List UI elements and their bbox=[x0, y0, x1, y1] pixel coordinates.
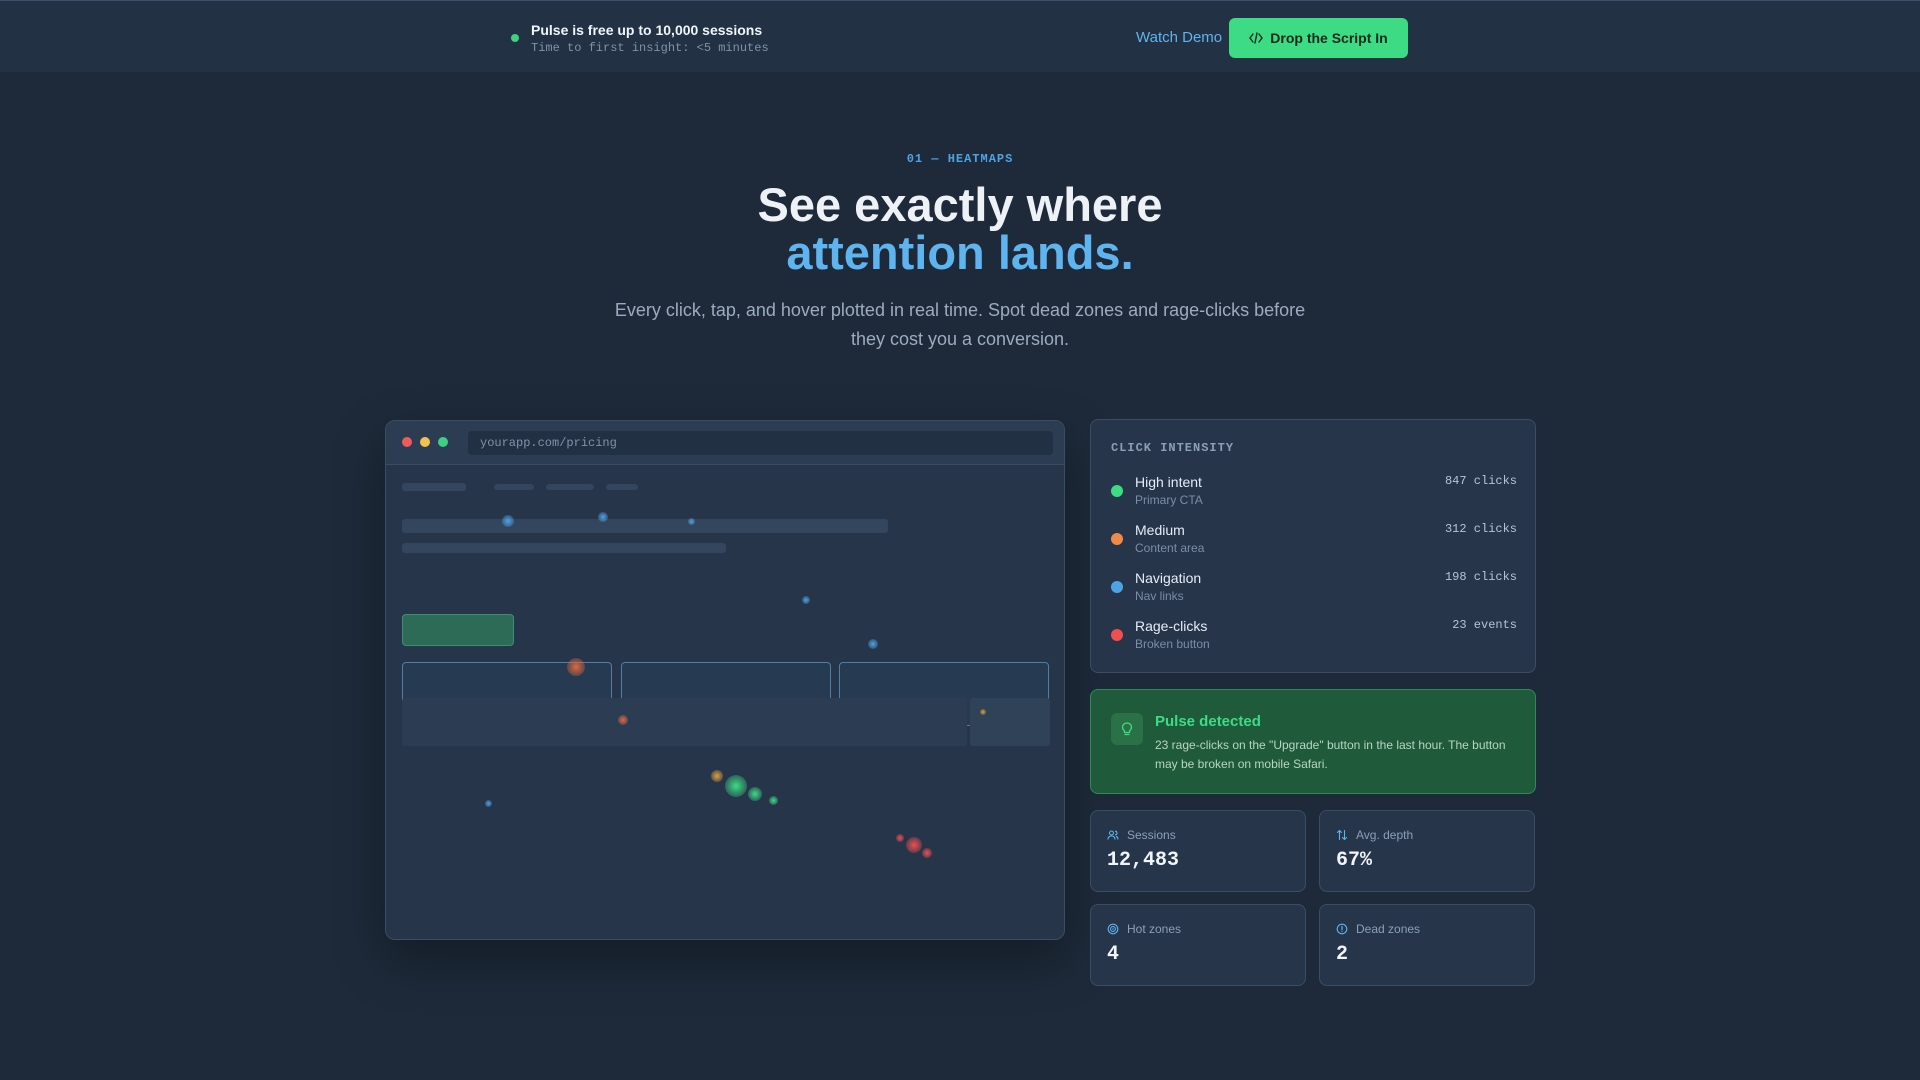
arrows-updown-icon bbox=[1336, 829, 1348, 841]
intensity-label: Rage-clicks bbox=[1135, 618, 1208, 634]
maximize-dot bbox=[438, 437, 448, 447]
heat-spot bbox=[922, 848, 932, 858]
close-dot bbox=[402, 437, 412, 447]
hero-title-line2: attention lands. bbox=[786, 226, 1134, 279]
placeholder-nav bbox=[606, 484, 638, 490]
heat-spot bbox=[906, 837, 922, 853]
intensity-label: Medium bbox=[1135, 522, 1185, 538]
click-intensity-panel: CLICK INTENSITY High intent Primary CTA … bbox=[1090, 419, 1536, 673]
promo-subtitle: Time to first insight: <5 minutes bbox=[531, 41, 769, 55]
heat-spot bbox=[485, 800, 492, 807]
top-banner: Pulse is free up to 10,000 sessions Time… bbox=[0, 0, 1920, 72]
intensity-sub: Primary CTA bbox=[1135, 493, 1203, 507]
alert-title: Pulse detected bbox=[1155, 713, 1261, 730]
legend-dot bbox=[1111, 533, 1123, 545]
alert-text: 23 rage-clicks on the "Upgrade" button i… bbox=[1155, 738, 1506, 771]
heat-spot bbox=[868, 639, 878, 649]
heat-spot bbox=[688, 518, 695, 525]
intensity-label: High intent bbox=[1135, 474, 1202, 490]
heat-spot bbox=[769, 796, 778, 805]
placeholder-nav bbox=[494, 484, 534, 490]
heat-spot bbox=[980, 709, 986, 715]
placeholder-button bbox=[970, 698, 1050, 746]
intensity-sub: Content area bbox=[1135, 541, 1205, 555]
stat-card-sessions: Sessions 12,483 bbox=[1090, 810, 1306, 892]
hero-subtitle: Every click, tap, and hover plotted in r… bbox=[614, 300, 1306, 349]
target-icon bbox=[1107, 923, 1119, 935]
intensity-row-medium: Medium Content area 312 clicks bbox=[1111, 522, 1517, 562]
lightbulb-icon bbox=[1111, 713, 1143, 745]
pulse-alert: Pulse detected 23 rage-clicks on the "Up… bbox=[1090, 689, 1536, 794]
placeholder-logo bbox=[402, 483, 466, 491]
heatmap-canvas bbox=[386, 465, 1064, 939]
code-icon bbox=[1249, 32, 1264, 44]
browser-toolbar: yourapp.com/pricing bbox=[386, 421, 1064, 465]
stat-label: Avg. depth bbox=[1356, 828, 1414, 842]
browser-mockup: yourapp.com/pricing bbox=[385, 420, 1065, 940]
info-circle-icon bbox=[1336, 923, 1348, 935]
status-dot bbox=[511, 34, 519, 42]
users-icon bbox=[1107, 830, 1119, 840]
placeholder-nav bbox=[546, 484, 594, 490]
stat-card-dead-zones: Dead zones 2 bbox=[1319, 904, 1535, 986]
placeholder-heading bbox=[402, 519, 888, 533]
stat-value: 4 bbox=[1107, 943, 1120, 966]
intensity-value: 847 clicks bbox=[1444, 474, 1517, 488]
legend-dot bbox=[1111, 485, 1123, 497]
heat-spot bbox=[598, 512, 608, 522]
drop-script-button[interactable]: Drop the Script In bbox=[1229, 18, 1408, 58]
intensity-sub: Nav links bbox=[1135, 589, 1184, 603]
intensity-row-high: High intent Primary CTA 847 clicks bbox=[1111, 474, 1517, 514]
heat-spot bbox=[896, 834, 904, 842]
watch-demo-link[interactable]: Watch Demo bbox=[1136, 29, 1222, 46]
placeholder-text bbox=[402, 543, 726, 553]
url-bar[interactable]: yourapp.com/pricing bbox=[468, 431, 1053, 455]
intensity-value: 23 events bbox=[1452, 618, 1517, 632]
stat-value: 67% bbox=[1336, 849, 1373, 872]
heat-spot bbox=[802, 596, 810, 604]
section-eyebrow: 01 — HEATMAPS bbox=[906, 152, 1014, 166]
heat-spot bbox=[725, 775, 747, 797]
minimize-dot bbox=[420, 437, 430, 447]
promo-title: Pulse is free up to 10,000 sessions bbox=[531, 22, 763, 38]
stat-label: Hot zones bbox=[1127, 922, 1182, 936]
placeholder-cta bbox=[402, 614, 514, 646]
heat-spot bbox=[502, 515, 514, 527]
drop-script-label: Drop the Script In bbox=[1270, 30, 1388, 46]
heat-spot bbox=[711, 770, 723, 782]
intensity-label: Navigation bbox=[1135, 570, 1202, 586]
promo-block: Pulse is free up to 10,000 sessions Time… bbox=[511, 21, 769, 56]
stat-value: 2 bbox=[1336, 943, 1349, 966]
intensity-row-rage: Rage-clicks Broken button 23 events bbox=[1111, 618, 1517, 658]
legend-dot bbox=[1111, 629, 1123, 641]
stat-label: Sessions bbox=[1127, 828, 1176, 842]
heat-spot bbox=[567, 658, 585, 676]
heat-spot bbox=[618, 715, 628, 725]
intensity-value: 198 clicks bbox=[1444, 570, 1517, 584]
stat-label: Dead zones bbox=[1356, 922, 1421, 936]
heat-spot bbox=[748, 787, 762, 801]
stat-card-hot-zones: Hot zones 4 bbox=[1090, 904, 1306, 986]
hero-title: See exactly where attention lands. bbox=[0, 181, 1920, 277]
stat-card-avg-depth: Avg. depth 67% bbox=[1319, 810, 1535, 892]
intensity-sub: Broken button bbox=[1135, 637, 1210, 651]
intensity-value: 312 clicks bbox=[1444, 522, 1517, 536]
intensity-row-navigation: Navigation Nav links 198 clicks bbox=[1111, 570, 1517, 610]
stat-value: 12,483 bbox=[1107, 849, 1180, 872]
placeholder-banner bbox=[402, 698, 967, 746]
panel-heading: CLICK INTENSITY bbox=[1111, 441, 1235, 455]
hero-title-line1: See exactly where bbox=[757, 178, 1163, 231]
legend-dot bbox=[1111, 581, 1123, 593]
